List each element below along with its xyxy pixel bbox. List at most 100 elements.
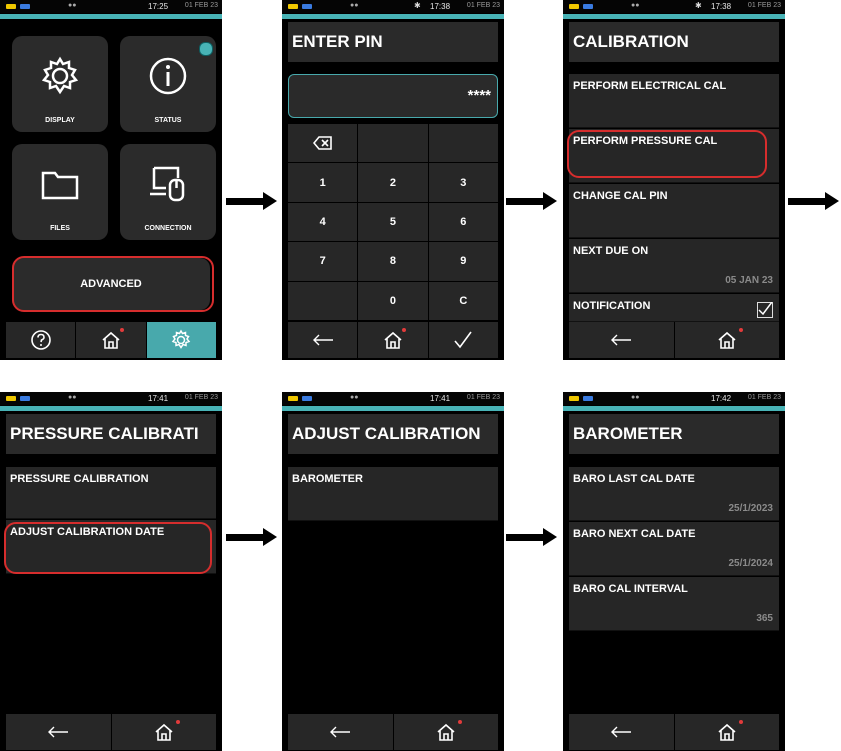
page-title: BAROMETER bbox=[569, 414, 779, 454]
status-date: 01 FEB 23 bbox=[747, 2, 781, 9]
screen-barometer: ●● 17:42 01 FEB 23 BAROMETER BARO LAST C… bbox=[563, 392, 785, 751]
status-time: 17:38 bbox=[711, 2, 732, 11]
back-arrow-icon bbox=[48, 726, 69, 738]
menu-item-label: PRESSURE CALIBRATION bbox=[10, 473, 149, 485]
back-button[interactable] bbox=[6, 714, 112, 750]
home-icon bbox=[718, 331, 736, 349]
menu-item-notification[interactable]: NOTIFICATION bbox=[569, 294, 779, 322]
key-0[interactable]: 0 bbox=[358, 281, 428, 320]
notification-dot bbox=[457, 720, 462, 724]
menu-item-value: 365 bbox=[756, 613, 773, 624]
menu-item-value: 25/1/2023 bbox=[728, 503, 774, 514]
help-icon bbox=[30, 330, 51, 350]
menu-item-baro-cal-interval[interactable]: BARO CAL INTERVAL 365 bbox=[569, 577, 779, 631]
key-1[interactable]: 1 bbox=[288, 163, 358, 202]
tile-label: CONNECTION bbox=[144, 225, 192, 232]
menu-item-label: BARO LAST CAL DATE bbox=[573, 473, 695, 485]
notification-dot bbox=[175, 720, 180, 724]
screen-adjust-calibration: ●● 17:41 01 FEB 23 ADJUST CALIBRATION BA… bbox=[282, 392, 504, 751]
back-button[interactable] bbox=[288, 322, 359, 358]
key-9[interactable]: 9 bbox=[428, 242, 498, 281]
menu-item-label: NOTIFICATION bbox=[573, 300, 651, 312]
status-bar: ●● 17:42 01 FEB 23 bbox=[563, 392, 785, 405]
tile-connection[interactable]: CONNECTION bbox=[120, 144, 216, 240]
accent-bar bbox=[282, 14, 504, 19]
flow-arrow bbox=[506, 192, 557, 210]
screen-calibration: ●● ✱ 17:38 01 FEB 23 CALIBRATION PERFORM… bbox=[563, 0, 785, 360]
home-button[interactable] bbox=[675, 322, 780, 358]
tile-display[interactable]: DISPLAY bbox=[12, 36, 108, 132]
key-3[interactable]: 3 bbox=[428, 163, 498, 202]
flow-arrow bbox=[226, 192, 277, 210]
settings-button[interactable] bbox=[146, 322, 216, 358]
connection-dots-icon: ●● bbox=[631, 394, 640, 401]
menu-item-label: BAROMETER bbox=[292, 473, 363, 485]
key-8[interactable]: 8 bbox=[358, 242, 428, 281]
menu-item-electrical-cal[interactable]: PERFORM ELECTRICAL CAL bbox=[569, 74, 779, 128]
back-arrow-icon bbox=[312, 334, 333, 346]
accent-bar bbox=[563, 406, 785, 411]
back-button[interactable] bbox=[569, 322, 675, 358]
info-icon bbox=[149, 57, 187, 95]
backspace-icon bbox=[312, 136, 332, 150]
home-icon bbox=[437, 723, 455, 741]
status-time: 17:41 bbox=[430, 394, 451, 403]
status-bar: ●● 17:41 01 FEB 23 bbox=[0, 392, 222, 405]
menu-item-pressure-calibration[interactable]: PRESSURE CALIBRATION bbox=[6, 467, 216, 519]
key-6[interactable]: 6 bbox=[428, 202, 498, 242]
status-time: 17:38 bbox=[430, 2, 451, 11]
home-button[interactable] bbox=[112, 714, 217, 750]
home-button[interactable] bbox=[675, 714, 780, 750]
folder-icon bbox=[41, 171, 79, 200]
back-arrow-icon bbox=[611, 334, 632, 346]
notification-dot bbox=[402, 328, 407, 332]
bluetooth-icon: ✱ bbox=[414, 1, 421, 10]
charge-icon bbox=[302, 396, 312, 401]
pin-input[interactable]: **** bbox=[288, 74, 498, 118]
menu-item-barometer[interactable]: BAROMETER bbox=[288, 467, 498, 521]
key-blank bbox=[358, 124, 428, 163]
home-button[interactable] bbox=[76, 322, 147, 358]
connection-dots-icon: ●● bbox=[350, 2, 359, 9]
bottom-nav bbox=[6, 714, 216, 750]
charge-icon bbox=[20, 4, 30, 9]
help-button[interactable] bbox=[6, 322, 77, 358]
key-4[interactable]: 4 bbox=[288, 202, 358, 242]
notification-dot bbox=[120, 328, 125, 332]
menu-item-label: NEXT DUE ON bbox=[573, 245, 649, 257]
key-2[interactable]: 2 bbox=[358, 163, 428, 202]
back-arrow-icon bbox=[611, 726, 632, 738]
status-time: 17:42 bbox=[711, 394, 732, 403]
key-blank bbox=[428, 124, 498, 163]
tile-label: FILES bbox=[50, 225, 70, 232]
tile-files[interactable]: FILES bbox=[12, 144, 108, 240]
back-arrow-icon bbox=[330, 726, 351, 738]
page-title: ADJUST CALIBRATION bbox=[288, 414, 498, 454]
menu-item-change-cal-pin[interactable]: CHANGE CAL PIN bbox=[569, 184, 779, 238]
home-icon bbox=[718, 723, 736, 741]
status-date: 01 FEB 23 bbox=[466, 394, 500, 401]
screen-pressure-calibration: ●● 17:41 01 FEB 23 PRESSURE CALIBRATI PR… bbox=[0, 392, 222, 751]
notification-dot bbox=[738, 720, 743, 724]
key-clear[interactable]: C bbox=[428, 281, 498, 320]
confirm-button[interactable] bbox=[429, 322, 498, 358]
home-icon bbox=[384, 331, 402, 349]
battery-icon bbox=[288, 4, 298, 9]
back-button[interactable] bbox=[569, 714, 675, 750]
home-button[interactable] bbox=[358, 322, 429, 358]
home-button[interactable] bbox=[394, 714, 499, 750]
status-bar: ●● 17:25 01 FEB 23 bbox=[0, 0, 222, 13]
key-backspace[interactable] bbox=[288, 124, 358, 163]
charge-icon bbox=[583, 4, 593, 9]
back-button[interactable] bbox=[288, 714, 394, 750]
key-7[interactable]: 7 bbox=[288, 242, 358, 281]
menu-item-label: BARO NEXT CAL DATE bbox=[573, 528, 696, 540]
menu-item-next-due-on[interactable]: NEXT DUE ON 05 JAN 23 bbox=[569, 239, 779, 293]
menu-item-baro-next-cal-date[interactable]: BARO NEXT CAL DATE 25/1/2024 bbox=[569, 522, 779, 576]
notification-dot bbox=[738, 328, 743, 332]
status-date: 01 FEB 23 bbox=[184, 394, 218, 401]
key-5[interactable]: 5 bbox=[358, 202, 428, 242]
status-bar: ●● ✱ 17:38 01 FEB 23 bbox=[563, 0, 785, 13]
menu-item-baro-last-cal-date[interactable]: BARO LAST CAL DATE 25/1/2023 bbox=[569, 467, 779, 521]
notification-checkbox[interactable] bbox=[757, 302, 773, 318]
